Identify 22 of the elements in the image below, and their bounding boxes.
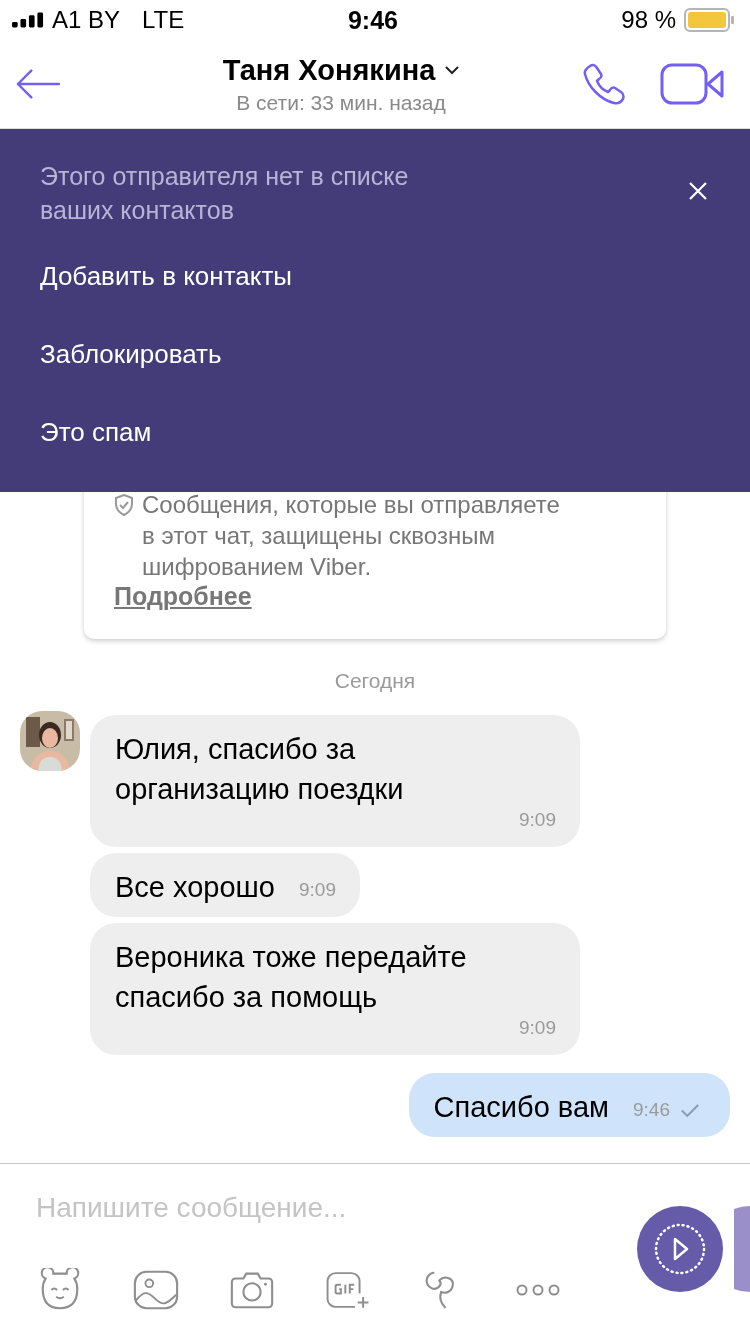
more-link[interactable]: Подробнее — [114, 582, 252, 611]
carrier-name: A1 BY — [52, 6, 121, 34]
message-time: 9:46 — [633, 1099, 670, 1121]
banner-message: Этого отправителя нет в списке ваших контактов — [40, 161, 410, 226]
message-text: Спасибо вам — [433, 1090, 609, 1125]
encryption-notice: Сообщения, которые вы отправляете в этот чат, защищены сквозным шифрованием Viber. — [142, 490, 561, 582]
message-time: 9:09 — [519, 809, 556, 831]
message-text: Все хорошо — [115, 870, 275, 905]
banner-action[interactable]: Это спам — [40, 393, 152, 471]
banner-action[interactable]: Добавить в контакты — [40, 237, 292, 315]
contact-name[interactable]: Таня Хонякина — [222, 53, 436, 87]
date-separator: Сегодня — [334, 669, 416, 693]
message-text: Юлия, спасибо за организацию поездки — [115, 732, 405, 807]
battery-percent: 98 % — [621, 6, 676, 34]
message-text: Вероника тоже передайте спасибо за помощь — [115, 940, 468, 1015]
network-type: LTE — [142, 6, 185, 34]
banner-action[interactable]: Заблокировать — [40, 315, 222, 393]
message-input[interactable]: Напишите сообщение... — [36, 1186, 596, 1230]
message-time: 9:09 — [519, 1017, 556, 1039]
clock: 9:46 — [347, 5, 398, 35]
message-time: 9:09 — [299, 879, 336, 901]
online-status: В сети: 33 мин. назад — [236, 90, 446, 115]
